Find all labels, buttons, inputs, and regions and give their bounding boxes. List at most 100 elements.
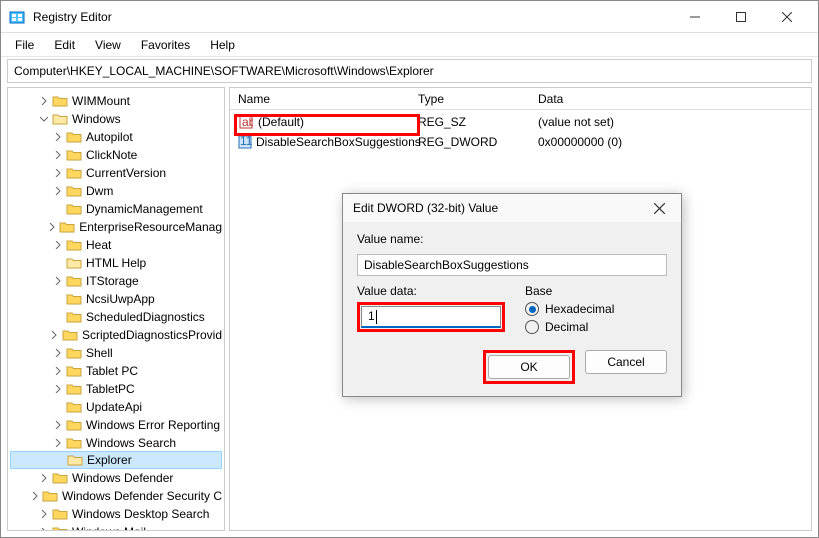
chevron-down-icon[interactable] xyxy=(38,113,50,125)
ok-button[interactable]: OK xyxy=(488,355,570,379)
window-controls xyxy=(672,1,810,33)
chevron-right-icon xyxy=(53,454,65,466)
cancel-button[interactable]: Cancel xyxy=(585,350,667,374)
chevron-right-icon[interactable] xyxy=(52,275,64,287)
tree-item[interactable]: Windows xyxy=(10,110,222,128)
value-name-field[interactable]: DisableSearchBoxSuggestions xyxy=(357,254,667,276)
tree-item[interactable]: ScheduledDiagnostics xyxy=(10,308,222,326)
tree-item[interactable]: Heat xyxy=(10,236,222,254)
tree-item-label: Windows Error Reporting xyxy=(86,418,220,432)
tree-item-label: Windows Defender xyxy=(72,471,173,485)
dialog-close-button[interactable] xyxy=(647,196,671,220)
chevron-right-icon[interactable] xyxy=(52,239,64,251)
tree-item[interactable]: Explorer xyxy=(10,451,222,469)
menu-edit[interactable]: Edit xyxy=(46,36,83,54)
tree-item-label: Explorer xyxy=(87,453,132,467)
chevron-right-icon[interactable] xyxy=(38,472,50,484)
chevron-right-icon[interactable] xyxy=(52,419,64,431)
chevron-right-icon[interactable] xyxy=(49,329,60,341)
menu-view[interactable]: View xyxy=(87,36,129,54)
tree-item[interactable]: CurrentVersion xyxy=(10,164,222,182)
radio-decimal[interactable]: Decimal xyxy=(525,320,614,334)
folder-icon xyxy=(66,292,82,306)
address-path: Computer\HKEY_LOCAL_MACHINE\SOFTWARE\Mic… xyxy=(14,64,434,78)
folder-icon xyxy=(62,328,78,342)
tree-item[interactable]: Windows Error Reporting xyxy=(10,416,222,434)
base-label: Base xyxy=(525,284,614,298)
tree-item-label: ScriptedDiagnosticsProvid xyxy=(82,328,222,342)
tree-item[interactable]: Windows Desktop Search xyxy=(10,505,222,523)
chevron-right-icon[interactable] xyxy=(31,490,40,502)
folder-icon xyxy=(52,94,68,108)
chevron-right-icon[interactable] xyxy=(52,131,64,143)
list-body: ab(Default)REG_SZ(value not set)110Disab… xyxy=(230,110,811,154)
window-title: Registry Editor xyxy=(33,10,672,24)
tree-item[interactable]: NcsiUwpApp xyxy=(10,290,222,308)
tree-item[interactable]: Windows Search xyxy=(10,434,222,452)
value-data-label: Value data: xyxy=(357,284,505,298)
folder-icon xyxy=(66,202,82,216)
tree-item[interactable]: Tablet PC xyxy=(10,362,222,380)
tree-item-label: Windows Desktop Search xyxy=(72,507,209,521)
chevron-right-icon[interactable] xyxy=(52,347,64,359)
folder-icon xyxy=(66,238,82,252)
tree-item[interactable]: UpdateApi xyxy=(10,398,222,416)
tree-item[interactable]: DynamicManagement xyxy=(10,200,222,218)
chevron-right-icon[interactable] xyxy=(52,437,64,449)
tree-item-label: TabletPC xyxy=(86,382,135,396)
value-name: (Default) xyxy=(258,115,304,129)
tree-item[interactable]: HTML Help xyxy=(10,254,222,272)
tree-item[interactable]: Shell xyxy=(10,344,222,362)
tree-item-label: Autopilot xyxy=(86,130,133,144)
list-row[interactable]: ab(Default)REG_SZ(value not set) xyxy=(238,112,811,132)
tree-item[interactable]: Autopilot xyxy=(10,128,222,146)
tree-item[interactable]: Windows Defender xyxy=(10,469,222,487)
chevron-right-icon[interactable] xyxy=(52,383,64,395)
tree-item[interactable]: TabletPC xyxy=(10,380,222,398)
folder-icon xyxy=(42,489,58,503)
col-header-type[interactable]: Type xyxy=(418,92,538,106)
tree-pane[interactable]: WIMMountWindows Autopilot ClickNoteCurrent… xyxy=(7,87,225,531)
list-row[interactable]: 110DisableSearchBoxSuggestionsREG_DWORD0… xyxy=(238,132,811,152)
svg-text:110: 110 xyxy=(240,135,252,148)
tree-item[interactable]: ClickNote xyxy=(10,146,222,164)
folder-icon xyxy=(66,130,82,144)
chevron-right-icon[interactable] xyxy=(47,221,58,233)
chevron-right-icon[interactable] xyxy=(38,526,50,531)
value-type: REG_SZ xyxy=(418,115,538,129)
tree-item-label: Heat xyxy=(86,238,111,252)
chevron-right-icon[interactable] xyxy=(52,365,64,377)
minimize-button[interactable] xyxy=(672,1,718,33)
address-bar[interactable]: Computer\HKEY_LOCAL_MACHINE\SOFTWARE\Mic… xyxy=(7,59,812,83)
col-header-name[interactable]: Name xyxy=(238,92,418,106)
tree-item[interactable]: Dwm xyxy=(10,182,222,200)
tree-item[interactable]: Windows Defender Security C xyxy=(10,487,222,505)
close-button[interactable] xyxy=(764,1,810,33)
tree-item[interactable]: Windows Mail xyxy=(10,523,222,531)
folder-icon xyxy=(52,507,68,521)
menu-file[interactable]: File xyxy=(7,36,42,54)
col-header-data[interactable]: Data xyxy=(538,92,811,106)
radio-hexadecimal[interactable]: Hexadecimal xyxy=(525,302,614,316)
maximize-button[interactable] xyxy=(718,1,764,33)
tree-item-label: UpdateApi xyxy=(86,400,142,414)
chevron-right-icon[interactable] xyxy=(38,95,50,107)
folder-icon xyxy=(66,382,82,396)
folder-icon xyxy=(66,256,82,270)
tree-item[interactable]: WIMMount xyxy=(10,92,222,110)
chevron-right-icon[interactable] xyxy=(52,185,64,197)
tree-item[interactable]: ITStorage xyxy=(10,272,222,290)
chevron-right-icon[interactable] xyxy=(52,167,64,179)
folder-icon xyxy=(66,400,82,414)
tree-item-label: EnterpriseResourceManag xyxy=(79,220,222,234)
value-name: DisableSearchBoxSuggestions xyxy=(256,135,421,149)
chevron-right-icon[interactable] xyxy=(38,508,50,520)
value-data-input[interactable]: 1 xyxy=(361,306,501,328)
tree-item-label: HTML Help xyxy=(86,256,146,270)
menu-help[interactable]: Help xyxy=(202,36,243,54)
menu-favorites[interactable]: Favorites xyxy=(133,36,198,54)
tree-item[interactable]: EnterpriseResourceManag xyxy=(10,218,222,236)
tree-item[interactable]: ScriptedDiagnosticsProvid xyxy=(10,326,222,344)
folder-icon xyxy=(52,525,68,531)
chevron-right-icon[interactable] xyxy=(52,149,64,161)
